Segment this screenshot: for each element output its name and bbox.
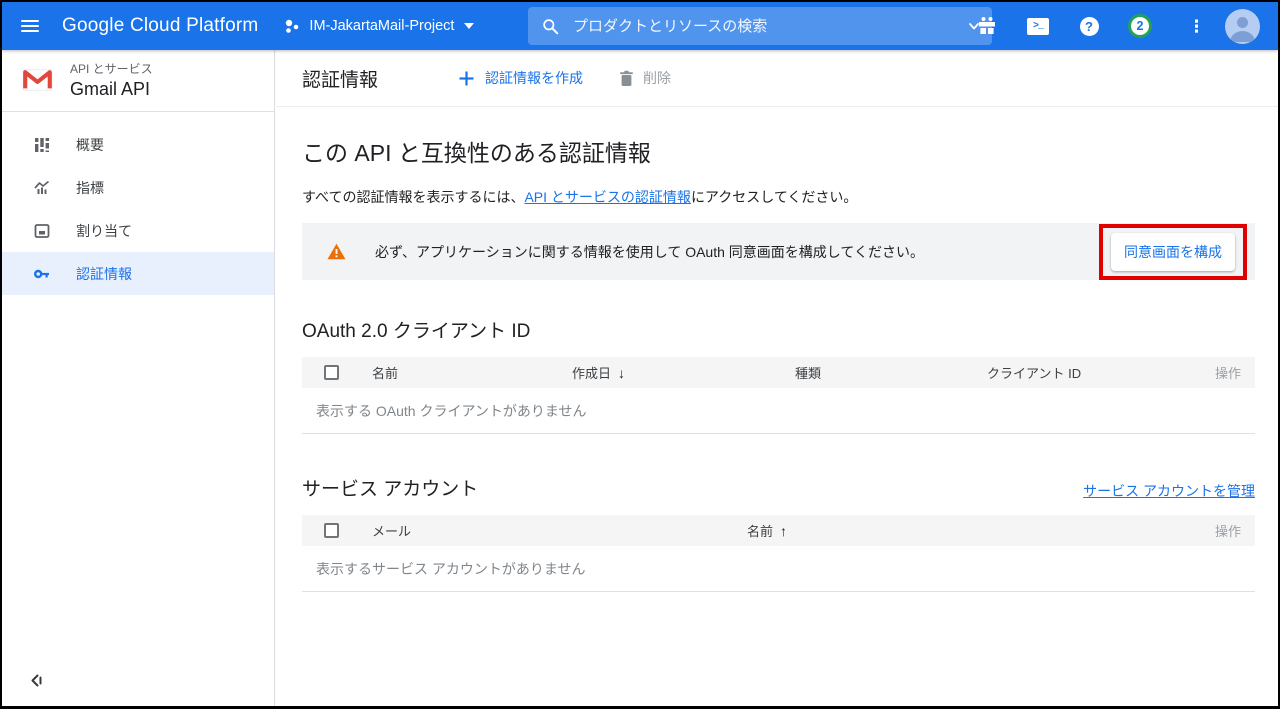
account-avatar[interactable]: [1225, 9, 1260, 44]
sidebar-item-label: 概要: [76, 135, 104, 155]
oauth-empty-state: 表示する OAuth クライアントがありません: [302, 388, 1255, 434]
brand-logo[interactable]: Google Cloud Platform: [62, 15, 258, 37]
sidebar-nav: 概要 指標 割り当て: [2, 112, 274, 295]
plus-icon: [458, 70, 475, 87]
configure-consent-screen-button[interactable]: 同意画面を構成: [1111, 233, 1235, 271]
top-navigation-bar: Google Cloud Platform IM-JakartaMail-Pro…: [2, 2, 1278, 50]
delete-button[interactable]: 削除: [619, 68, 671, 88]
warning-icon: [327, 243, 346, 260]
sort-desc-icon: ↓: [618, 365, 625, 381]
sidebar-item-label: 指標: [76, 178, 104, 198]
sidebar-item-quotas[interactable]: 割り当て: [2, 209, 274, 252]
collapse-sidebar-icon[interactable]: [29, 673, 44, 693]
notifications-badge[interactable]: 2: [1128, 14, 1152, 38]
select-all-checkbox[interactable]: [324, 365, 339, 380]
column-header-created[interactable]: 作成日 ↓: [572, 363, 795, 382]
service-empty-state: 表示するサービス アカウントがありません: [302, 546, 1255, 592]
topbar-actions: >_ ? 2 ⋮: [975, 2, 1278, 50]
sidebar: API とサービス Gmail API 概要: [2, 50, 275, 706]
dashboard-icon: [33, 136, 51, 154]
search-icon: [542, 18, 559, 35]
search-bar[interactable]: [528, 7, 992, 45]
column-header-name[interactable]: 名前: [350, 363, 572, 382]
sidebar-api-title: Gmail API: [70, 79, 153, 100]
warning-text: 必ず、アプリケーションに関する情報を使用して OAuth 同意画面を構成してくだ…: [375, 242, 924, 262]
chevron-down-icon: [464, 23, 474, 29]
create-credentials-button[interactable]: 認証情報を作成: [458, 68, 583, 88]
oauth-table-header: 名前 作成日 ↓ 種類 クライアント ID 操作: [302, 357, 1255, 388]
gcp-console-window: Google Cloud Platform IM-JakartaMail-Pro…: [2, 2, 1278, 706]
column-header-type[interactable]: 種類: [795, 363, 987, 382]
sidebar-item-label: 認証情報: [76, 264, 132, 284]
key-icon: [33, 265, 51, 283]
content-area: この API と互換性のある認証情報 すべての認証情報を表示するには、API と…: [276, 107, 1278, 592]
service-accounts-header-row: サービス アカウント サービス アカウントを管理: [302, 474, 1255, 501]
column-header-email[interactable]: メール: [350, 521, 747, 540]
service-accounts-table: メール 名前 ↑ 操作 表示するサービス アカウントがありません: [302, 515, 1255, 592]
oauth-clients-heading: OAuth 2.0 クライアント ID: [302, 316, 1255, 343]
compat-heading: この API と互換性のある認証情報: [302, 134, 1255, 168]
credentials-description: すべての認証情報を表示するには、API とサービスの認証情報にアクセスしてくださ…: [302, 187, 880, 208]
service-accounts-heading: サービス アカウント: [302, 474, 478, 501]
all-credentials-link[interactable]: API とサービスの認証情報: [524, 189, 690, 205]
sidebar-header: API とサービス Gmail API: [2, 50, 274, 111]
offers-gift-icon[interactable]: [975, 16, 999, 36]
sidebar-item-credentials[interactable]: 認証情報: [2, 252, 274, 295]
notification-count: 2: [1128, 14, 1152, 38]
page-header: 認証情報 認証情報を作成 削除: [276, 50, 1278, 107]
column-header-actions: 操作: [1185, 521, 1255, 540]
main-panel: 認証情報 認証情報を作成 削除 この API と互換性のある認証情報 すべての認…: [276, 50, 1278, 706]
oauth-clients-table: 名前 作成日 ↓ 種類 クライアント ID 操作 表示する OAuth クライア…: [302, 357, 1255, 434]
sidebar-item-label: 割り当て: [76, 221, 132, 241]
project-icon: [284, 18, 301, 35]
gmail-api-icon: [22, 68, 53, 92]
sidebar-item-overview[interactable]: 概要: [2, 123, 274, 166]
help-icon[interactable]: ?: [1077, 17, 1101, 36]
column-header-actions: 操作: [1185, 363, 1255, 382]
manage-service-accounts-link[interactable]: サービス アカウントを管理: [1083, 481, 1255, 501]
metrics-chart-icon: [33, 179, 51, 197]
search-input[interactable]: [573, 18, 966, 35]
page-title: 認証情報: [302, 65, 378, 92]
more-options-icon[interactable]: ⋮: [1179, 24, 1203, 29]
sort-asc-icon: ↑: [780, 523, 787, 539]
column-header-client-id[interactable]: クライアント ID: [987, 363, 1185, 382]
service-table-header: メール 名前 ↑ 操作: [302, 515, 1255, 546]
quotas-icon: [33, 222, 51, 240]
red-highlight-annotation: 同意画面を構成: [1099, 224, 1247, 280]
person-icon: [1225, 9, 1260, 44]
sidebar-item-metrics[interactable]: 指標: [2, 166, 274, 209]
trash-icon: [619, 70, 634, 87]
sidebar-section-label: API とサービス: [70, 60, 153, 77]
project-name: IM-JakartaMail-Project: [309, 18, 454, 34]
oauth-warning-banner: 必ず、アプリケーションに関する情報を使用して OAuth 同意画面を構成してくだ…: [302, 223, 1255, 280]
column-header-name[interactable]: 名前 ↑: [747, 521, 1185, 540]
project-selector[interactable]: IM-JakartaMail-Project: [284, 18, 474, 35]
hamburger-menu-icon[interactable]: [2, 2, 52, 50]
select-all-checkbox[interactable]: [324, 523, 339, 538]
cloud-shell-icon[interactable]: >_: [1026, 18, 1050, 35]
